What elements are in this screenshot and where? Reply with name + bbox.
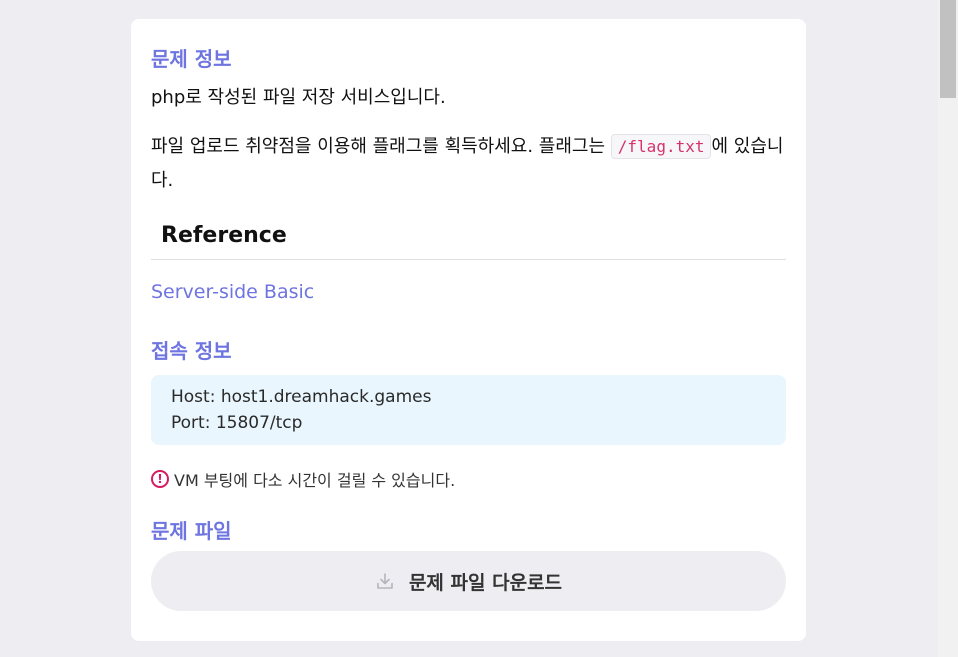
host-text: Host: host1.dreamhack.games xyxy=(171,387,432,407)
problem-card: 문제 정보 php로 작성된 파일 저장 서비스입니다. 파일 업로드 취약점을… xyxy=(131,19,806,641)
problem-info-title: 문제 정보 xyxy=(151,47,232,71)
description-text: 파일 업로드 취약점을 이용해 플래그를 획득하세요. 플래그는 xyxy=(151,136,611,157)
exclamation-circle-icon: ! xyxy=(151,470,169,488)
problem-description-line1: php로 작성된 파일 저장 서비스입니다. xyxy=(151,87,446,108)
port-text: Port: 15807/tcp xyxy=(171,413,303,433)
connection-info-box: Host: host1.dreamhack.games Port: 15807/… xyxy=(151,375,786,445)
download-files-button[interactable]: 문제 파일 다운로드 xyxy=(151,551,786,611)
reference-heading: Reference xyxy=(161,223,287,248)
problem-files-title: 문제 파일 xyxy=(151,519,232,543)
vertical-scrollbar[interactable] xyxy=(938,0,958,657)
reference-divider xyxy=(151,259,786,260)
reference-link[interactable]: Server-side Basic xyxy=(151,281,314,303)
boot-notice-text: VM 부팅에 다소 시간이 걸릴 수 있습니다. xyxy=(174,471,456,490)
page: 문제 정보 php로 작성된 파일 저장 서비스입니다. 파일 업로드 취약점을… xyxy=(0,0,958,657)
scrollbar-thumb[interactable] xyxy=(940,0,956,98)
connection-info-title: 접속 정보 xyxy=(151,339,232,363)
download-files-label: 문제 파일 다운로드 xyxy=(408,571,563,594)
flag-path-code: /flag.txt xyxy=(610,134,712,159)
download-icon xyxy=(377,573,393,589)
problem-description-line2: 파일 업로드 취약점을 이용해 플래그를 획득하세요. 플래그는 /flag.t… xyxy=(151,130,786,198)
boot-notice: ! VM 부팅에 다소 시간이 걸릴 수 있습니다. xyxy=(151,467,455,491)
